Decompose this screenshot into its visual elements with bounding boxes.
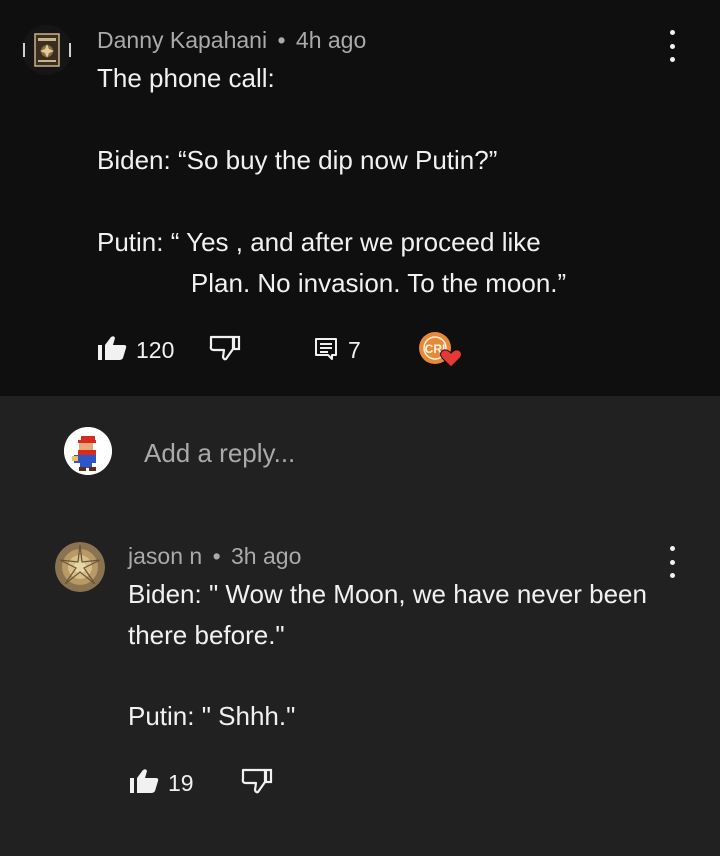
comment-line: Biden: “So buy the dip now Putin?” bbox=[97, 145, 498, 175]
jason-avatar[interactable] bbox=[55, 542, 105, 592]
author-name[interactable]: jason n bbox=[128, 543, 202, 569]
more-options-button[interactable] bbox=[660, 544, 684, 580]
creator-heart-badge: CRI bbox=[418, 331, 464, 376]
author-name[interactable]: Danny Kapahani bbox=[97, 27, 267, 53]
danny-avatar[interactable] bbox=[22, 25, 72, 75]
more-vertical-icon bbox=[669, 30, 675, 35]
like-count: 19 bbox=[168, 770, 194, 796]
meta-separator: • bbox=[277, 27, 286, 53]
comment-line: there before." bbox=[128, 620, 285, 650]
comment-line: Putin: “ Yes , and after we proceed like bbox=[97, 227, 541, 257]
thumbs-down-icon bbox=[241, 768, 273, 794]
reply-count: 7 bbox=[348, 337, 361, 363]
like-button[interactable] bbox=[97, 335, 127, 366]
reply-comment-icon bbox=[315, 338, 337, 360]
comment-line: Putin: " Shhh." bbox=[128, 701, 296, 731]
top-comment: Danny Kapahani • 4h ago The phone call: … bbox=[0, 0, 720, 396]
reply-comment-meta: jason n • 3h ago bbox=[128, 543, 301, 570]
like-count: 120 bbox=[136, 337, 175, 363]
heart-icon bbox=[440, 349, 462, 368]
replies-button[interactable] bbox=[314, 337, 338, 366]
comment-line: Plan. No invasion. To the moon.” bbox=[97, 268, 567, 298]
thumbs-up-icon bbox=[130, 769, 159, 793]
like-button[interactable] bbox=[129, 768, 159, 799]
comment-line: Biden: " Wow the Moon, we have never bee… bbox=[128, 579, 647, 609]
dislike-button[interactable] bbox=[241, 768, 273, 799]
thumbs-down-icon bbox=[209, 335, 241, 361]
meta-separator: • bbox=[212, 543, 221, 569]
dislike-button[interactable] bbox=[209, 335, 241, 366]
replies-section: Add a reply... jason n • 3h ago Biden: "… bbox=[0, 396, 720, 856]
comment-time: 4h ago bbox=[295, 27, 367, 53]
more-options-button[interactable] bbox=[660, 28, 684, 64]
current-user-avatar bbox=[64, 427, 112, 475]
add-reply-input[interactable]: Add a reply... bbox=[144, 438, 295, 469]
more-vertical-icon bbox=[669, 546, 675, 551]
comment-line: The phone call: bbox=[97, 63, 275, 93]
comment-time: 3h ago bbox=[231, 543, 302, 569]
thumbs-up-icon bbox=[98, 336, 127, 360]
top-comment-meta: Danny Kapahani • 4h ago bbox=[97, 27, 366, 54]
